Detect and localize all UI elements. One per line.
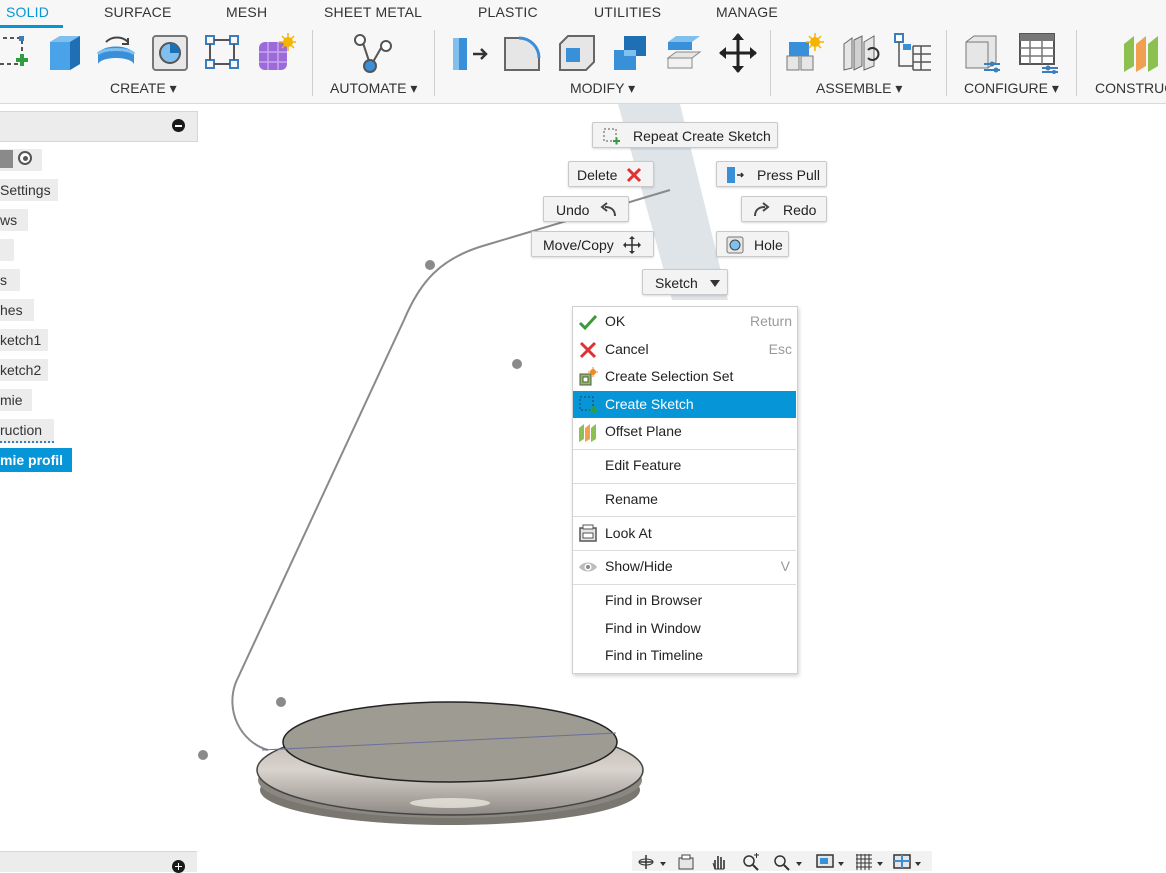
menu-item-edit-feature[interactable]: Edit Feature bbox=[573, 452, 796, 479]
base-disk-body[interactable] bbox=[256, 701, 644, 825]
undo-icon bbox=[600, 201, 618, 219]
press-pull-button[interactable]: Press Pull bbox=[716, 161, 827, 187]
viewports-icon[interactable] bbox=[893, 853, 911, 871]
menu-item-ok[interactable]: OK Return bbox=[573, 308, 796, 335]
sketch-point[interactable] bbox=[425, 260, 435, 270]
move-icon bbox=[623, 236, 641, 254]
pan-icon[interactable] bbox=[710, 853, 728, 871]
look-at-icon bbox=[578, 524, 598, 544]
menu-separator bbox=[573, 516, 796, 517]
undo-button[interactable]: Undo bbox=[543, 196, 629, 222]
press-pull-icon bbox=[726, 166, 744, 184]
sketch-point[interactable] bbox=[276, 697, 286, 707]
menu-item-create-selection-set[interactable]: Create Selection Set bbox=[573, 363, 796, 390]
menu-separator bbox=[573, 584, 796, 585]
delete-icon bbox=[625, 166, 643, 184]
menu-item-find-in-window[interactable]: Find in Window bbox=[573, 615, 796, 642]
chevron-down-icon[interactable] bbox=[796, 862, 802, 866]
offset-plane-icon bbox=[578, 422, 598, 442]
selection-set-icon bbox=[578, 367, 598, 387]
sketch-dropdown-button[interactable]: Sketch bbox=[642, 269, 728, 295]
display-settings-icon[interactable] bbox=[816, 853, 834, 871]
delete-button[interactable]: Delete bbox=[568, 161, 654, 187]
chevron-down-icon[interactable] bbox=[877, 862, 883, 866]
orbit-icon[interactable] bbox=[637, 853, 655, 871]
chevron-down-icon[interactable] bbox=[838, 862, 844, 866]
move-copy-button[interactable]: Move/Copy bbox=[531, 231, 654, 257]
check-icon bbox=[578, 312, 598, 332]
menu-item-find-in-timeline[interactable]: Find in Timeline bbox=[573, 642, 796, 669]
create-sketch-icon bbox=[602, 127, 620, 145]
sketch-point[interactable] bbox=[198, 750, 208, 760]
redo-icon bbox=[752, 201, 770, 219]
create-sketch-icon bbox=[578, 395, 598, 415]
menu-item-cancel[interactable]: Cancel Esc bbox=[573, 336, 796, 363]
sketch-point[interactable] bbox=[512, 359, 522, 369]
eye-icon bbox=[578, 557, 598, 577]
repeat-create-sketch-button[interactable]: Repeat Create Sketch bbox=[592, 122, 778, 148]
close-icon bbox=[578, 340, 598, 360]
chevron-down-icon[interactable] bbox=[915, 862, 921, 866]
chevron-down-icon[interactable] bbox=[660, 862, 666, 866]
menu-separator bbox=[573, 449, 796, 450]
zoom-window-icon[interactable] bbox=[773, 853, 791, 871]
dropdown-arrow-icon bbox=[710, 280, 720, 287]
redo-button[interactable]: Redo bbox=[741, 196, 827, 222]
grid-icon[interactable] bbox=[855, 853, 873, 871]
menu-separator bbox=[573, 550, 796, 551]
menu-item-offset-plane[interactable]: Offset Plane bbox=[573, 418, 796, 445]
look-at-icon[interactable] bbox=[677, 853, 695, 871]
menu-item-look-at[interactable]: Look At bbox=[573, 520, 796, 547]
zoom-icon[interactable] bbox=[742, 853, 760, 871]
menu-item-find-in-browser[interactable]: Find in Browser bbox=[573, 587, 796, 614]
menu-item-create-sketch[interactable]: Create Sketch bbox=[573, 391, 796, 418]
hole-button[interactable]: Hole bbox=[716, 231, 789, 257]
menu-item-rename[interactable]: Rename bbox=[573, 486, 796, 513]
menu-separator bbox=[573, 483, 796, 484]
hole-icon bbox=[726, 236, 744, 254]
menu-item-show-hide[interactable]: Show/Hide V bbox=[573, 553, 796, 580]
